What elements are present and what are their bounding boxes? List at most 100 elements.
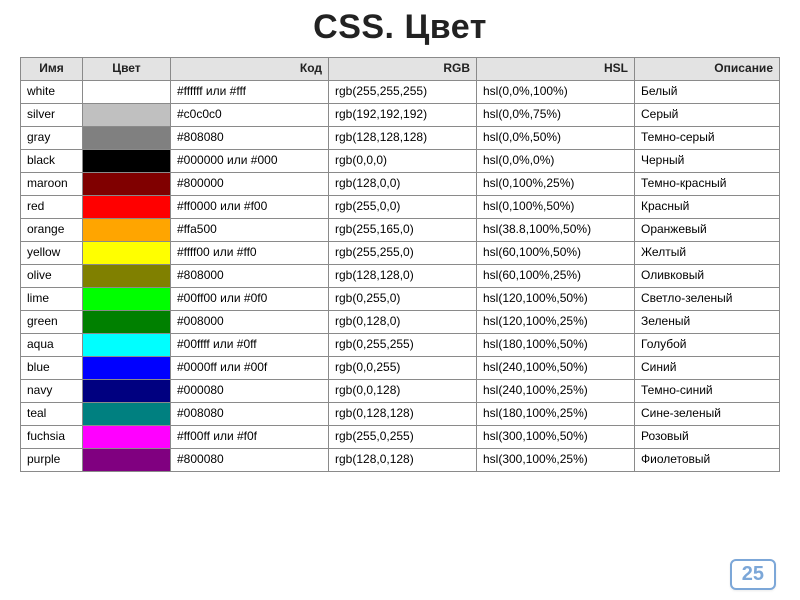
cell-swatch (83, 334, 171, 357)
table-row: olive #808000rgb(128,128,0)hsl(60,100%,25… (21, 265, 780, 288)
color-swatch (83, 357, 170, 379)
cell-hsl: hsl(0,100%,25%) (477, 173, 635, 196)
table-row: fuchsia#ff00ff или #f0frgb(255,0,255)hsl… (21, 426, 780, 449)
table-row: red#ff0000 или #f00rgb(255,0,0)hsl(0,100… (21, 196, 780, 219)
cell-swatch (83, 150, 171, 173)
cell-swatch (83, 196, 171, 219)
cell-rgb: rgb(255,0,0) (329, 196, 477, 219)
cell-rgb: rgb(0,128,0) (329, 311, 477, 334)
table-row: lime #00ff00 или #0f0rgb(0,255,0)hsl(120,… (21, 288, 780, 311)
cell-code: #ffff00 или #ff0 (171, 242, 329, 265)
cell-code: #ffffff или #fff (171, 81, 329, 104)
cell-rgb: rgb(0,0,0) (329, 150, 477, 173)
cell-code: #000080 (171, 380, 329, 403)
cell-code: #808080 (171, 127, 329, 150)
table-header-row: Имя Цвет Код RGB HSL Описание (21, 58, 780, 81)
cell-hsl: hsl(0,0%,75%) (477, 104, 635, 127)
cell-code: #ff0000 или #f00 (171, 196, 329, 219)
cell-rgb: rgb(128,128,0) (329, 265, 477, 288)
cell-desc: Темно-красный (635, 173, 780, 196)
col-header-desc: Описание (635, 58, 780, 81)
cell-code: #000000 или #000 (171, 150, 329, 173)
cell-code: #800080 (171, 449, 329, 472)
cell-rgb: rgb(0,0,255) (329, 357, 477, 380)
cell-name: green (21, 311, 83, 334)
cell-name: gray (21, 127, 83, 150)
cell-code: #ff00ff или #f0f (171, 426, 329, 449)
cell-desc: Оливковый (635, 265, 780, 288)
cell-hsl: hsl(180,100%,25%) (477, 403, 635, 426)
cell-hsl: hsl(0,0%,50%) (477, 127, 635, 150)
col-header-hsl: HSL (477, 58, 635, 81)
cell-swatch (83, 288, 171, 311)
color-swatch (83, 219, 170, 241)
cell-hsl: hsl(240,100%,25%) (477, 380, 635, 403)
cell-name: white (21, 81, 83, 104)
cell-desc: Зеленый (635, 311, 780, 334)
table-row: gray#808080rgb(128,128,128)hsl(0,0%,50%)… (21, 127, 780, 150)
color-swatch (83, 265, 170, 287)
cell-name: navy (21, 380, 83, 403)
cell-rgb: rgb(192,192,192) (329, 104, 477, 127)
cell-desc: Фиолетовый (635, 449, 780, 472)
cell-rgb: rgb(0,255,255) (329, 334, 477, 357)
table-row: blue#0000ff или #00frgb(0,0,255)hsl(240,… (21, 357, 780, 380)
cell-name: aqua (21, 334, 83, 357)
cell-desc: Красный (635, 196, 780, 219)
cell-code: #00ff00 или #0f0 (171, 288, 329, 311)
cell-code: #00ffff или #0ff (171, 334, 329, 357)
cell-hsl: hsl(60,100%,25%) (477, 265, 635, 288)
cell-name: blue (21, 357, 83, 380)
cell-swatch (83, 81, 171, 104)
col-header-name: Имя (21, 58, 83, 81)
color-swatch (83, 242, 170, 264)
cell-name: olive (21, 265, 83, 288)
cell-name: black (21, 150, 83, 173)
col-header-swatch: Цвет (83, 58, 171, 81)
color-swatch (83, 150, 170, 172)
color-swatch (83, 334, 170, 356)
table-row: aqua #00ffff или #0ffrgb(0,255,255)hsl(18… (21, 334, 780, 357)
cell-desc: Серый (635, 104, 780, 127)
color-swatch (83, 104, 170, 126)
cell-rgb: rgb(0,0,128) (329, 380, 477, 403)
cell-name: orange (21, 219, 83, 242)
cell-swatch (83, 403, 171, 426)
cell-swatch (83, 173, 171, 196)
cell-swatch (83, 380, 171, 403)
cell-code: #800000 (171, 173, 329, 196)
color-swatch (83, 127, 170, 149)
cell-desc: Розовый (635, 426, 780, 449)
cell-name: maroon (21, 173, 83, 196)
cell-name: lime (21, 288, 83, 311)
cell-desc: Светло-зеленый (635, 288, 780, 311)
cell-hsl: hsl(0,0%,0%) (477, 150, 635, 173)
cell-hsl: hsl(180,100%,50%) (477, 334, 635, 357)
cell-code: #808000 (171, 265, 329, 288)
cell-hsl: hsl(0,0%,100%) (477, 81, 635, 104)
cell-code: #0000ff или #00f (171, 357, 329, 380)
cell-swatch (83, 449, 171, 472)
cell-name: teal (21, 403, 83, 426)
color-swatch (83, 311, 170, 333)
cell-rgb: rgb(128,0,128) (329, 449, 477, 472)
cell-rgb: rgb(255,165,0) (329, 219, 477, 242)
cell-swatch (83, 357, 171, 380)
cell-code: #008000 (171, 311, 329, 334)
cell-hsl: hsl(300,100%,50%) (477, 426, 635, 449)
cell-swatch (83, 242, 171, 265)
cell-rgb: rgb(0,255,0) (329, 288, 477, 311)
cell-desc: Белый (635, 81, 780, 104)
cell-desc: Голубой (635, 334, 780, 357)
cell-rgb: rgb(128,0,0) (329, 173, 477, 196)
color-swatch (83, 380, 170, 402)
cell-rgb: rgb(255,0,255) (329, 426, 477, 449)
col-header-code: Код (171, 58, 329, 81)
cell-swatch (83, 219, 171, 242)
color-swatch (83, 403, 170, 425)
cell-hsl: hsl(60,100%,50%) (477, 242, 635, 265)
table-row: white#ffffff или #fffrgb(255,255,255)hsl… (21, 81, 780, 104)
table-row: green#008000rgb(0,128,0)hsl(120,100%,25%… (21, 311, 780, 334)
cell-hsl: hsl(120,100%,50%) (477, 288, 635, 311)
cell-desc: Синий (635, 357, 780, 380)
